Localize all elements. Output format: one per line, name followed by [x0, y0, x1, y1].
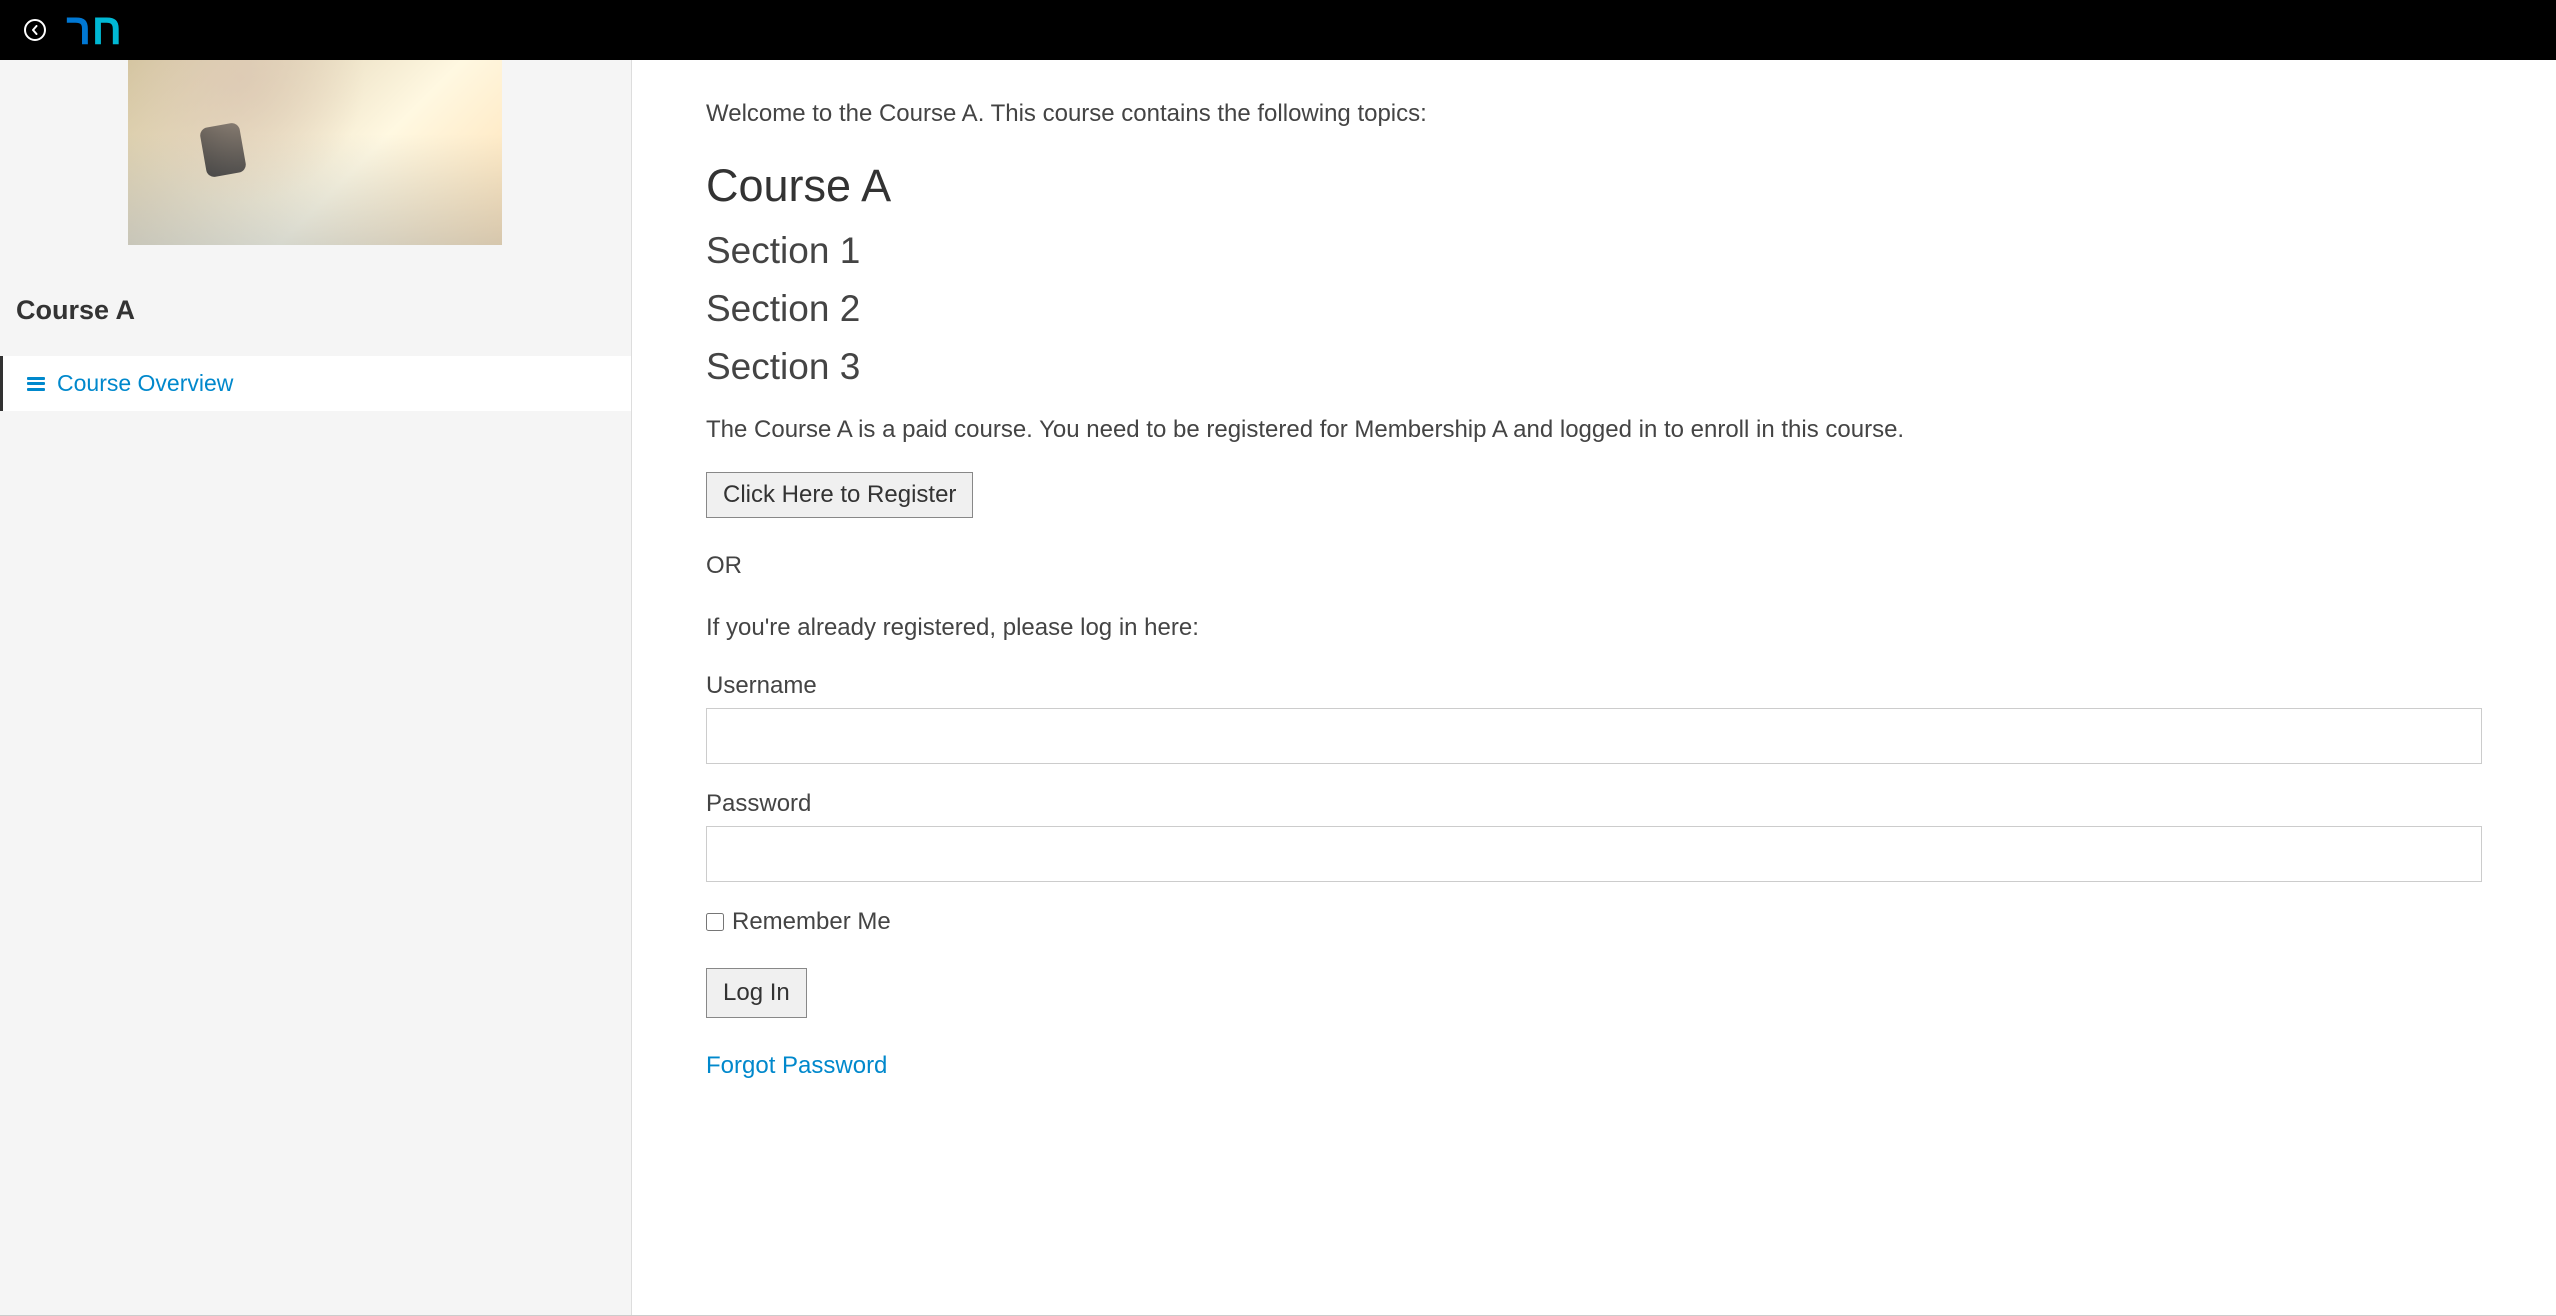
section-heading-3: Section 3 [706, 346, 2482, 388]
back-button[interactable] [24, 19, 46, 41]
password-input[interactable] [706, 826, 2482, 882]
username-field-group: Username [706, 672, 2482, 764]
course-description: The Course A is a paid course. You need … [706, 416, 2482, 444]
remember-me-checkbox[interactable] [706, 913, 724, 931]
sidebar-course-title: Course A [0, 245, 631, 356]
logo: רח [66, 8, 122, 52]
topbar: רח [0, 0, 2556, 60]
course-heading: Course A [706, 160, 2482, 212]
sidebar: Course A Course Overview [0, 60, 632, 1315]
section-heading-2: Section 2 [706, 288, 2482, 330]
main-container: Course A Course Overview Welcome to the … [0, 60, 2556, 1316]
password-label: Password [706, 790, 2482, 818]
username-input[interactable] [706, 708, 2482, 764]
sidebar-item-label: Course Overview [57, 370, 233, 397]
login-button[interactable]: Log In [706, 968, 807, 1018]
section-heading-1: Section 1 [706, 230, 2482, 272]
forgot-password-link[interactable]: Forgot Password [706, 1052, 2482, 1080]
or-separator: OR [706, 552, 2482, 580]
logo-letter-2: ח [91, 8, 122, 52]
chevron-left-icon [30, 25, 40, 35]
login-prompt: If you're already registered, please log… [706, 614, 2482, 642]
register-button[interactable]: Click Here to Register [706, 472, 973, 518]
course-thumbnail-image [128, 60, 502, 245]
list-icon [27, 377, 45, 391]
main-content: Welcome to the Course A. This course con… [632, 60, 2556, 1315]
intro-text: Welcome to the Course A. This course con… [706, 100, 2482, 128]
password-field-group: Password [706, 790, 2482, 882]
username-label: Username [706, 672, 2482, 700]
remember-me-group: Remember Me [706, 908, 2482, 936]
sidebar-item-course-overview[interactable]: Course Overview [0, 356, 631, 411]
remember-me-label: Remember Me [732, 908, 891, 936]
logo-letter-1: ר [66, 8, 91, 52]
